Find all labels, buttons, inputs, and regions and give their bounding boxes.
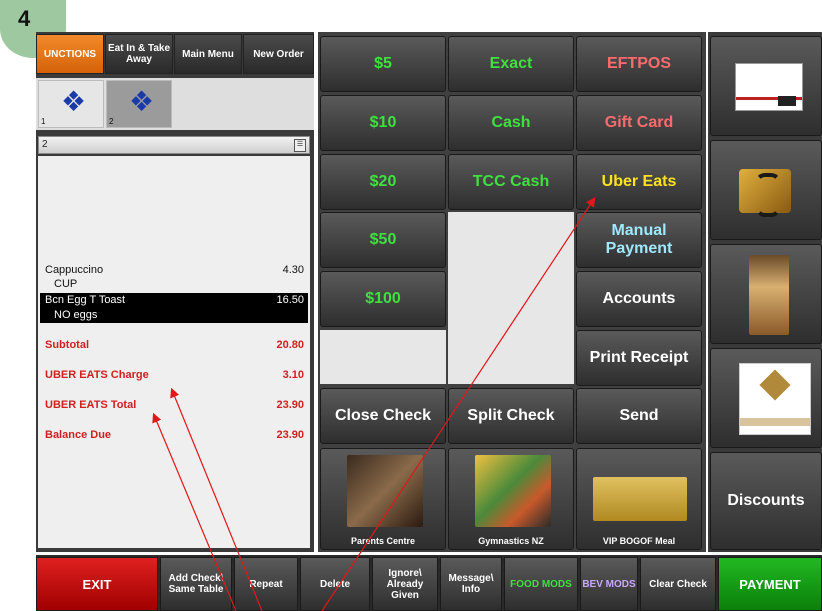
card-tile-4[interactable]: [710, 348, 822, 448]
voucher-promo-image: [593, 477, 687, 521]
order-line[interactable]: Cappuccino 4.30: [40, 263, 308, 278]
functions-button[interactable]: UNCTIONS: [36, 34, 104, 74]
card-tile-3[interactable]: [710, 244, 822, 344]
cash-button[interactable]: Cash: [448, 95, 574, 151]
amount-5-button[interactable]: $5: [320, 36, 446, 92]
exit-button[interactable]: EXIT: [36, 557, 158, 611]
amount-20-button[interactable]: $20: [320, 154, 446, 210]
order-seat-label: 2: [42, 139, 48, 150]
promo-gymnastics-nz[interactable]: Gymnastics NZ: [448, 448, 574, 550]
meal-promo-image: [475, 455, 551, 527]
seat-1[interactable]: ❖ 1: [38, 80, 104, 128]
card-image: [735, 63, 803, 111]
food-mods-button[interactable]: FOOD MODS: [504, 557, 578, 611]
eat-in-take-away-button[interactable]: Eat In & Take Away: [105, 34, 173, 74]
order-line-modifier-selected[interactable]: NO eggs: [40, 308, 308, 323]
seat-number: 1: [41, 117, 46, 126]
add-check-same-table-button[interactable]: Add Check\ Same Table: [160, 557, 232, 611]
tcc-cash-button[interactable]: TCC Cash: [448, 154, 574, 210]
promo-vip-bogof-meal[interactable]: VIP BOGOF Meal: [576, 448, 702, 550]
new-order-button[interactable]: New Order: [243, 34, 314, 74]
amount-10-button[interactable]: $10: [320, 95, 446, 151]
order-line-selected[interactable]: Bcn Egg T Toast 16.50: [40, 293, 308, 308]
exact-button[interactable]: Exact: [448, 36, 574, 92]
manual-payment-button[interactable]: Manual Payment: [576, 212, 702, 268]
gift-card-button[interactable]: Gift Card: [576, 95, 702, 151]
person-icon: ❖: [129, 86, 155, 117]
uber-eats-total-line: UBER EATS Total 23.90: [45, 399, 304, 411]
entertainment-card-icon: [739, 363, 811, 435]
card-tile-1[interactable]: [710, 36, 822, 136]
accounts-button[interactable]: Accounts: [576, 271, 702, 327]
uber-eats-button[interactable]: Uber Eats: [576, 154, 702, 210]
send-button[interactable]: Send: [576, 388, 702, 444]
payment-button[interactable]: PAYMENT: [718, 557, 822, 611]
promo-parents-centre[interactable]: Parents Centre: [320, 448, 446, 550]
split-check-button[interactable]: Split Check: [448, 388, 574, 444]
clear-check-button[interactable]: Clear Check: [640, 557, 716, 611]
delete-button[interactable]: Delete: [300, 557, 370, 611]
order-line-modifier[interactable]: CUP: [40, 277, 308, 292]
message-info-button[interactable]: Message\ Info: [440, 557, 502, 611]
uber-eats-charge-line: UBER EATS Charge 3.10: [45, 369, 304, 381]
empty-grid-area: [320, 330, 446, 384]
repeat-button[interactable]: Repeat: [234, 557, 298, 611]
step-number: 4: [18, 6, 31, 31]
discounts-button[interactable]: Discounts: [710, 452, 822, 550]
coffee-promo-image: [347, 455, 423, 527]
bev-mods-button[interactable]: BEV MODS: [580, 557, 638, 611]
seat-number: 2: [109, 117, 114, 126]
list-icon[interactable]: ☰: [294, 139, 306, 152]
super-gold-card-icon: [739, 169, 791, 217]
order-header[interactable]: 2 ☰: [38, 136, 310, 154]
eftpos-button[interactable]: EFTPOS: [576, 36, 702, 92]
empty-grid-area: [448, 212, 574, 384]
amount-50-button[interactable]: $50: [320, 212, 446, 268]
ignore-already-given-button[interactable]: Ignore\ Already Given: [372, 557, 438, 611]
amount-100-button[interactable]: $100: [320, 271, 446, 327]
subtotal-line: Subtotal 20.80: [45, 339, 304, 351]
main-menu-button[interactable]: Main Menu: [174, 34, 242, 74]
loyalty-card-icon: [749, 255, 789, 335]
card-tile-2[interactable]: [710, 140, 822, 240]
close-check-button[interactable]: Close Check: [320, 388, 446, 444]
seat-2[interactable]: ❖ 2: [106, 80, 172, 128]
print-receipt-button[interactable]: Print Receipt: [576, 330, 702, 386]
person-icon: ❖: [61, 86, 87, 117]
balance-due-line: Balance Due 23.90: [45, 429, 304, 441]
